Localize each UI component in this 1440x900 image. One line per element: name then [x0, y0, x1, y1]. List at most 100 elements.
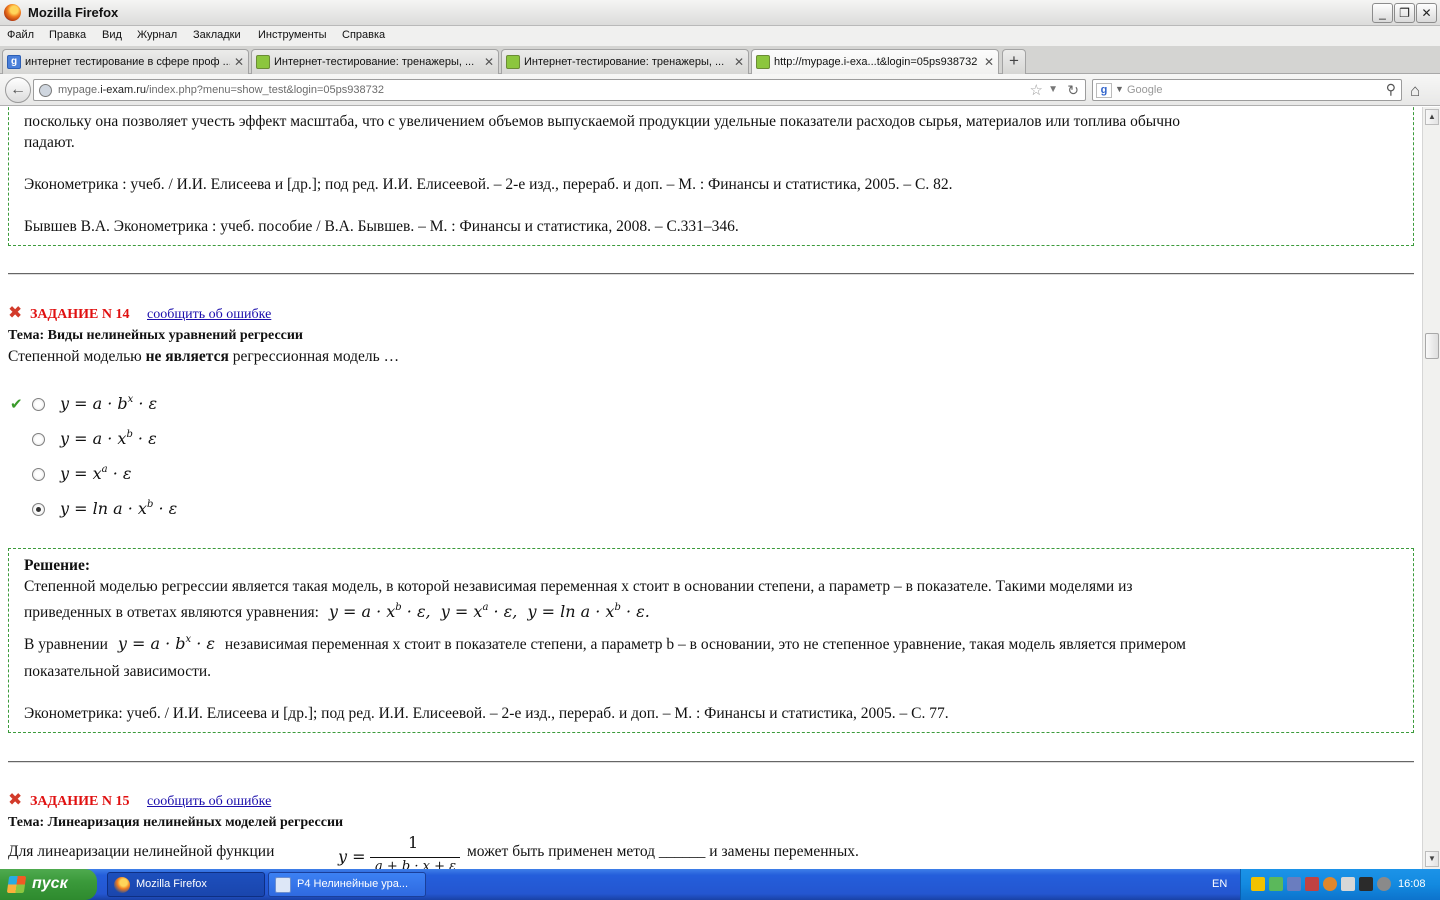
menu-help[interactable]: Справка — [342, 29, 385, 41]
start-button[interactable]: пуск — [0, 869, 97, 900]
formula: · ε — [132, 429, 157, 448]
solution-reference: Эконометрика: учеб. / И.И. Елисеева и [д… — [24, 705, 949, 722]
iexam-favicon-icon — [756, 55, 770, 69]
firefox-icon — [114, 877, 130, 893]
network-icon[interactable] — [1377, 877, 1391, 891]
solution-line-4: показательной зависимости. — [24, 663, 212, 680]
answer-radio-4-selected[interactable] — [32, 503, 45, 516]
formula: · ε — [133, 394, 158, 413]
reload-icon[interactable]: ↻ — [1067, 82, 1079, 99]
tray-app-icon[interactable] — [1323, 877, 1337, 891]
formula: y = a · b — [60, 394, 128, 413]
task-14-question: Степенной моделью не является регрессион… — [8, 346, 399, 367]
answer-radio-2[interactable] — [32, 433, 45, 446]
divider — [8, 273, 1414, 275]
wrong-answer-icon: ✖ — [8, 790, 23, 810]
search-engine-dropdown-icon[interactable]: ▼ — [1115, 84, 1124, 94]
scroll-thumb[interactable] — [1425, 333, 1439, 359]
prev-reference-1: Эконометрика : учеб. / И.И. Елисеева и [… — [24, 176, 953, 193]
formula: y = ln a · x — [60, 499, 147, 518]
taskbar-item-firefox[interactable]: Mozilla Firefox — [107, 872, 265, 897]
vertical-scrollbar[interactable]: ▲ ▼ — [1422, 107, 1440, 869]
navigation-bar: ← mypage.i-exam.ru/index.php?menu=show_t… — [0, 74, 1440, 106]
menu-tools[interactable]: Инструменты — [258, 29, 327, 41]
tab-1[interactable]: g интернет тестирование в сфере проф ...… — [2, 49, 249, 74]
menu-history[interactable]: Журнал — [137, 29, 177, 41]
language-indicator[interactable]: EN — [1212, 878, 1227, 890]
new-tab-button[interactable]: + — [1002, 49, 1026, 74]
wrong-answer-icon: ✖ — [8, 303, 23, 323]
answer-radio-1[interactable] — [32, 398, 45, 411]
formula: y = x — [60, 464, 102, 483]
minimize-button[interactable]: _ — [1372, 3, 1393, 23]
scroll-down-icon[interactable]: ▼ — [1425, 851, 1439, 867]
solution-line-3: В уравнении y = a · bx · ε независимая п… — [24, 629, 1186, 655]
windows-logo-icon — [6, 876, 27, 893]
url-prefix: mypage. — [58, 84, 101, 96]
formula: · ε — [107, 464, 132, 483]
question-emphasis: не является — [145, 348, 229, 365]
menu-file[interactable]: Файл — [7, 29, 34, 41]
prev-solution-line-2: падают. — [24, 134, 75, 151]
task-15-question-post: может быть применен метод ______ и замен… — [467, 843, 859, 860]
back-button[interactable]: ← — [5, 77, 31, 103]
taskbar-item-word[interactable]: P4 Нелинейные ура... — [268, 872, 426, 897]
tab-close-icon[interactable]: ✕ — [234, 55, 244, 69]
word-document-icon — [275, 877, 291, 893]
question-text: регрессионная модель … — [232, 348, 400, 365]
page-content: поскольку она позволяет учесть эффект ма… — [0, 107, 1422, 869]
scroll-up-icon[interactable]: ▲ — [1425, 109, 1439, 125]
tray-app-icon[interactable] — [1287, 877, 1301, 891]
task-15-formula-lhs: y = — [338, 847, 366, 866]
tray-app-icon[interactable] — [1305, 877, 1319, 891]
title-bar: Mozilla Firefox _ ❐ ✕ — [0, 0, 1440, 26]
formula: y = a · x — [60, 429, 127, 448]
tab-3[interactable]: Интернет-тестирование: тренажеры, ... ✕ — [501, 49, 749, 74]
url-dropdown-icon[interactable]: ▼ — [1048, 84, 1058, 95]
tray-app-icon[interactable] — [1359, 877, 1373, 891]
report-error-link[interactable]: сообщить об ошибке — [147, 794, 271, 810]
maximize-button[interactable]: ❐ — [1394, 3, 1415, 23]
solution-title: Решение: — [24, 557, 91, 574]
fraction-bar — [370, 857, 460, 858]
tab-bar: g интернет тестирование в сфере проф ...… — [0, 46, 1440, 75]
solution-inline-equation: y = a · bx · ε — [117, 634, 215, 653]
firefox-icon — [4, 4, 21, 21]
answer-radio-3[interactable] — [32, 468, 45, 481]
close-window-button[interactable]: ✕ — [1416, 3, 1437, 23]
task-15-question-pre: Для линеаризации нелинейной функции — [8, 843, 275, 860]
report-error-link[interactable]: сообщить об ошибке — [147, 307, 271, 323]
tab-4-active[interactable]: http://mypage.i-exa...t&login=05ps938732… — [751, 49, 999, 75]
tab-close-icon[interactable]: ✕ — [734, 55, 744, 69]
google-favicon-icon: g — [7, 55, 21, 69]
search-placeholder: Google — [1127, 84, 1163, 96]
volume-icon[interactable] — [1341, 877, 1355, 891]
google-search-engine-icon[interactable]: g — [1096, 83, 1112, 98]
tray-app-icon[interactable] — [1251, 877, 1265, 891]
tab-close-icon[interactable]: ✕ — [984, 55, 994, 69]
url-path: /index.php?menu=show_test&login=05ps9387… — [146, 84, 384, 96]
bookmark-star-icon[interactable]: ☆ — [1030, 81, 1043, 99]
iexam-favicon-icon — [256, 55, 270, 69]
home-icon[interactable]: ⌂ — [1410, 81, 1420, 101]
correct-answer-check-icon: ✔ — [10, 395, 23, 413]
tab-close-icon[interactable]: ✕ — [484, 55, 494, 69]
task-15-formula-numerator: 1 — [408, 833, 419, 852]
menu-view[interactable]: Вид — [102, 29, 122, 41]
task-14-title: ЗАДАНИЕ N 14 — [30, 307, 130, 322]
menu-bookmarks[interactable]: Закладки — [193, 29, 241, 41]
solution-equations: y = a · xb · ε, y = xa · ε, y = ln a · x… — [328, 602, 650, 621]
search-bar[interactable]: g ▼ Google ⚲ — [1092, 79, 1402, 101]
tray-app-icon[interactable] — [1269, 877, 1283, 891]
site-identity-icon[interactable] — [39, 84, 52, 97]
search-icon[interactable]: ⚲ — [1386, 81, 1396, 98]
clock[interactable]: 16:08 — [1398, 878, 1426, 890]
task-15-topic: Тема: Линеаризация нелинейных моделей ре… — [8, 815, 344, 830]
solution-text: независимая переменная x стоит в показат… — [224, 636, 1186, 653]
url-bar[interactable]: mypage.i-exam.ru/index.php?menu=show_tes… — [33, 79, 1086, 101]
tab-2[interactable]: Интернет-тестирование: тренажеры, ... ✕ — [251, 49, 499, 74]
menu-edit[interactable]: Правка — [49, 29, 86, 41]
answer-option-1: y = a · bx · ε — [60, 394, 157, 413]
url-text[interactable]: mypage.i-exam.ru/index.php?menu=show_tes… — [58, 84, 384, 96]
solution-text: В уравнении — [24, 636, 108, 653]
